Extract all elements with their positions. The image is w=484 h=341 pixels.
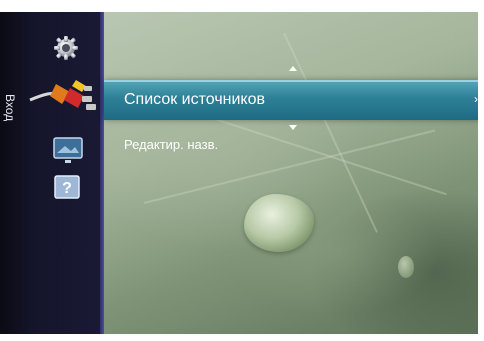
menu-item-label: Редактир. назв. xyxy=(124,137,219,152)
help-glyph: ? xyxy=(62,180,72,197)
picture-icon[interactable] xyxy=(50,132,86,170)
menu-item-label: Список источников xyxy=(124,91,265,108)
frame-right xyxy=(478,0,484,341)
sidebar: Вход ? xyxy=(0,12,104,334)
tv-menu-screen: Вход ? Список источников › Редактир. наз… xyxy=(0,0,484,341)
sidebar-edge xyxy=(100,12,104,334)
gear-icon[interactable] xyxy=(50,32,82,64)
water-drop xyxy=(244,194,314,252)
sidebar-section-label: Вход xyxy=(3,94,17,122)
scroll-down-arrow[interactable] xyxy=(289,125,297,130)
input-cable-icon[interactable] xyxy=(26,74,102,118)
frame-top xyxy=(0,0,484,12)
menu-item[interactable]: Редактир. назв. xyxy=(124,137,218,152)
water-drop-small xyxy=(398,256,414,278)
help-icon[interactable]: ? xyxy=(52,172,82,202)
highlight-glow xyxy=(104,80,484,82)
frame-bottom xyxy=(0,334,484,341)
scroll-up-arrow[interactable] xyxy=(289,66,297,71)
background-leaf-image xyxy=(104,12,478,334)
menu-item-selected[interactable]: Список источников › xyxy=(104,80,484,120)
